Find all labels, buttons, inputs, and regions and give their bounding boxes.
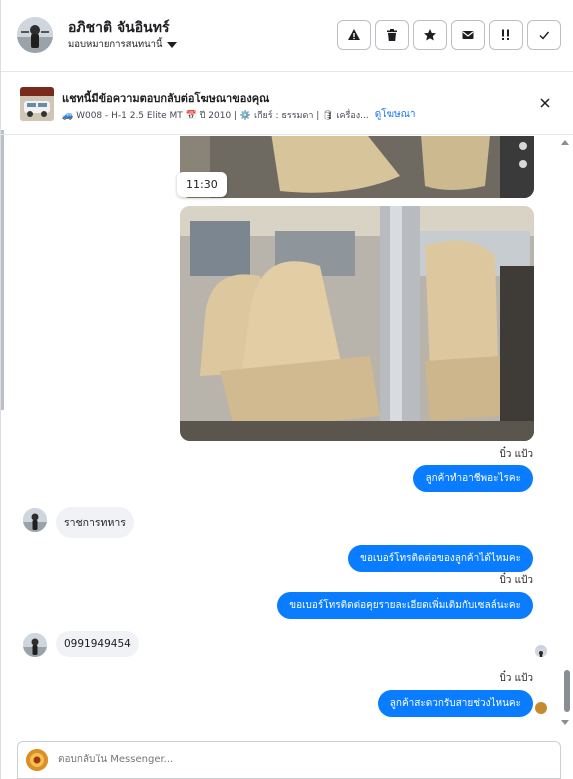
conversation-header: อภิชาติ จันอินทร์ มอบหมายการสนทนานี้ — [1, 0, 573, 72]
check-icon — [539, 31, 550, 40]
follow-up-icon — [502, 29, 509, 40]
assign-conversation-dropdown[interactable]: มอบหมายการสนทนานี้ — [68, 37, 177, 52]
close-banner-button[interactable] — [537, 95, 553, 111]
header-actions — [337, 20, 561, 50]
outgoing-message[interactable]: ลูกค้าทำอาชีพอะไรคะ — [413, 465, 533, 492]
car-interior-photo-2[interactable] — [180, 206, 534, 441]
reply-composer — [17, 741, 561, 779]
follow-up-button[interactable] — [489, 20, 523, 50]
scrollbar-thumb[interactable] — [564, 670, 570, 712]
conversation-panel: อภิชาติ จันอินทร์ มอบหมายการสนทนานี้ แชท… — [0, 0, 573, 779]
scroll-down-arrow[interactable] — [561, 720, 569, 725]
mark-unread-button[interactable] — [451, 20, 485, 50]
page-avatar — [26, 749, 48, 771]
delete-button[interactable] — [375, 20, 409, 50]
outgoing-message[interactable]: ขอเบอร์โทรติดต่อของลูกค้าได้ไหมคะ — [348, 545, 533, 572]
sender-label: บิ๋ว แป้ว — [499, 449, 533, 460]
contact-avatar-small — [23, 508, 47, 532]
assign-label: มอบหมายการสนทนานี้ — [68, 39, 163, 50]
mark-done-button[interactable] — [527, 20, 561, 50]
outgoing-message[interactable]: ขอเบอร์โทรติดต่อคุยรายละเอียดเพิ่มเติมกั… — [277, 592, 533, 619]
mark-spam-button[interactable] — [337, 20, 371, 50]
ad-thumbnail[interactable] — [20, 87, 54, 121]
incoming-message[interactable]: 0991949454 — [56, 631, 139, 657]
contact-avatar[interactable] — [17, 17, 53, 53]
sender-label: บิ๋ว แป้ว — [499, 673, 533, 684]
scroll-up-arrow[interactable] — [561, 140, 569, 145]
car-interior-photo-1[interactable] — [180, 136, 534, 198]
contact-name: อภิชาติ จันอินทร์ — [68, 20, 170, 36]
contact-avatar-small — [23, 633, 47, 657]
sender-label: บิ๋ว แป้ว — [499, 575, 533, 586]
envelope-icon — [462, 31, 474, 39]
star-button[interactable] — [413, 20, 447, 50]
reply-input[interactable] — [58, 754, 358, 765]
outgoing-message[interactable]: ลูกค้าสะดวกรับสายช่วงไหนคะ — [377, 690, 533, 717]
ad-description-row: 🚙 W008 - H-1 2.5 Elite MT 📅 ปี 2010 | ⚙️… — [62, 107, 416, 122]
ad-banner-title: แชทนี้มีข้อความตอบกลับต่อโฆษณาของคุณ — [62, 92, 270, 105]
time-divider: 11:30 — [177, 172, 227, 197]
close-icon — [540, 98, 550, 108]
caret-down-icon — [166, 41, 177, 48]
warning-icon — [348, 29, 360, 40]
read-receipt-avatar — [535, 645, 547, 657]
message-list: 11:30 บิ๋ว แป้ว ลูกค้าทำอาชีพอะไรคะ ราชก… — [1, 136, 573, 734]
trash-icon — [387, 29, 397, 41]
star-icon — [424, 29, 436, 41]
incoming-message[interactable]: ราชการทหาร — [56, 507, 134, 538]
seen-avatar — [535, 702, 547, 714]
ad-reply-banner: แชทนี้มีข้อความตอบกลับต่อโฆษณาของคุณ 🚙 W… — [1, 73, 573, 135]
view-ad-link[interactable]: ดูโฆษณา — [375, 107, 416, 122]
ad-description: 🚙 W008 - H-1 2.5 Elite MT 📅 ปี 2010 | ⚙️… — [62, 110, 369, 121]
